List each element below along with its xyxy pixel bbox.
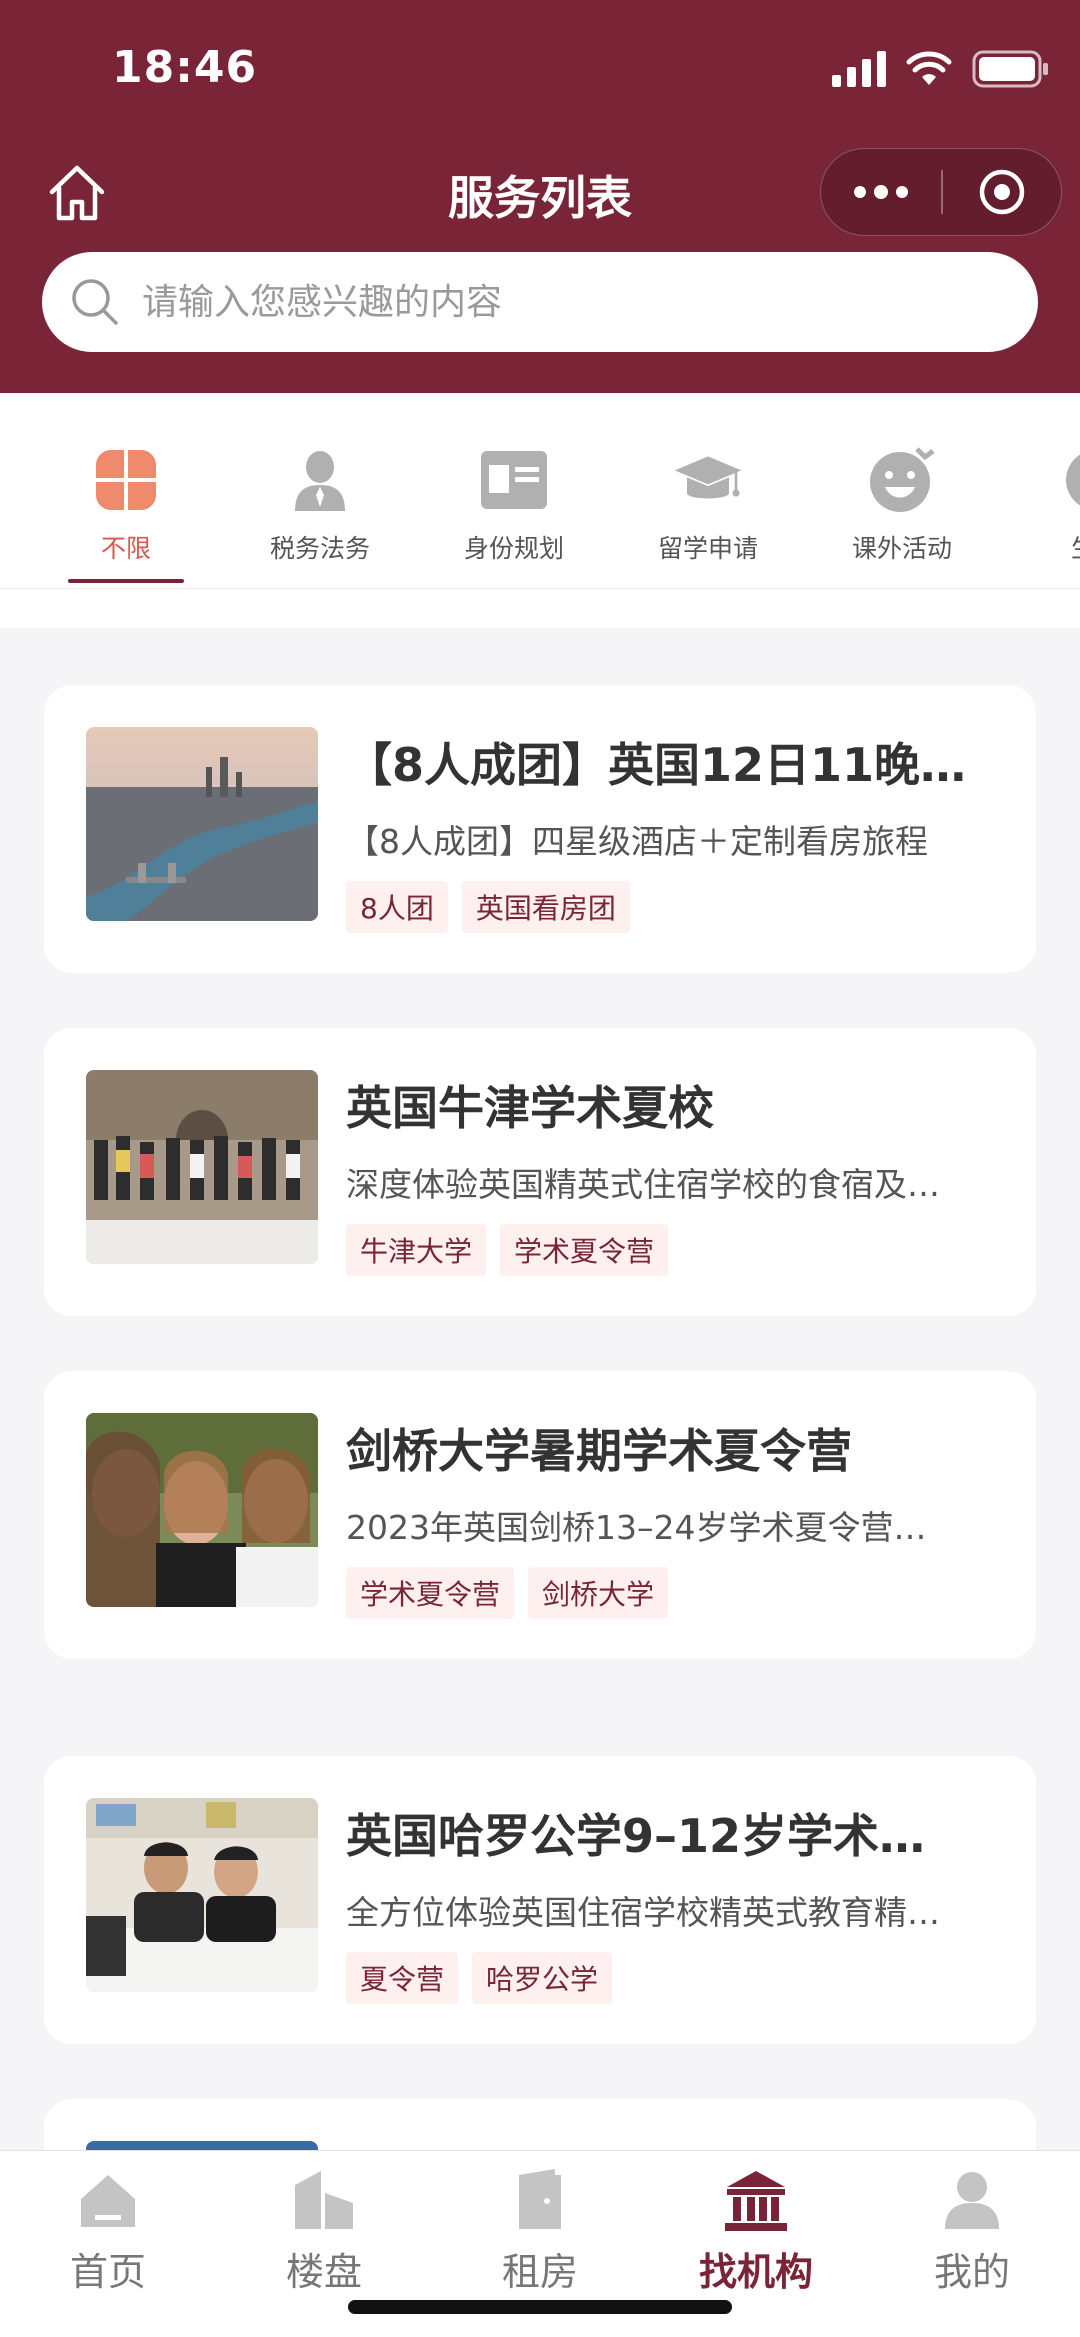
card-tag: 牛津大学 (346, 1224, 487, 1276)
tab-unlimited[interactable]: 不限 (46, 445, 206, 565)
card-tag: 哈罗公学 (472, 1952, 613, 2004)
card-image-oxford (86, 1070, 318, 1264)
tab-identity-planning[interactable]: 身份规划 (434, 445, 594, 565)
tab-find-institution[interactable]: 找机构 (676, 2165, 836, 2296)
service-card[interactable]: 剑桥大学暑期学术夏令营 2023年英国剑桥13–24岁学术夏令营… 学术夏令营 … (44, 1371, 1036, 1659)
card-tag: 学术夏令营 (346, 1567, 515, 1619)
card-tags: 夏令营 哈罗公学 (346, 1952, 613, 2004)
tab-life[interactable]: 生活 (1016, 445, 1080, 565)
tab-rental[interactable]: 租房 (460, 2165, 620, 2296)
card-tag: 学术夏令营 (500, 1224, 669, 1276)
search-bar[interactable] (42, 252, 1038, 352)
person-icon (295, 451, 345, 511)
tab-extracurricular[interactable]: 课外活动 (822, 445, 982, 565)
search-icon (72, 279, 118, 325)
tab-label: 租房 (501, 2250, 578, 2294)
partial-icon (1066, 454, 1080, 506)
mini-program-capsule (820, 148, 1062, 236)
card-title: 英国牛津学术夏校 (346, 1081, 714, 1135)
card-tag: 剑桥大学 (528, 1567, 669, 1619)
tab-label: 首页 (69, 2250, 146, 2294)
graduation-cap-icon (674, 456, 742, 499)
wifi-icon (906, 51, 952, 87)
card-image-london (86, 727, 318, 921)
card-tags: 学术夏令营 剑桥大学 (346, 1567, 669, 1619)
active-tab-indicator (68, 579, 184, 583)
category-tabs: 不限 税务法务 身份规划 留学申请 课外活动 (0, 393, 1080, 588)
card-image-cambridge (86, 1413, 318, 1607)
category-label: 课外活动 (851, 534, 952, 563)
card-title: 【8人成团】英国12日11晚… (346, 738, 967, 792)
service-card[interactable]: 【8人成团】英国12日11晚… 【8人成团】四星级酒店＋定制看房旅程 8人团 英… (44, 685, 1036, 973)
search-input[interactable] (142, 281, 1038, 323)
card-tags: 牛津大学 学术夏令营 (346, 1224, 669, 1276)
tab-study-abroad[interactable]: 留学申请 (628, 445, 788, 565)
card-description: 【8人成团】四星级酒店＋定制看房旅程 (346, 822, 928, 861)
institution-icon (725, 2171, 787, 2231)
tab-label: 我的 (933, 2250, 1010, 2294)
card-title: 剑桥大学暑期学术夏令营 (346, 1424, 852, 1478)
service-card[interactable]: 英国哈罗公学9–12岁学术… 全方位体验英国住宿学校精英式教育精… 夏令营 哈罗… (44, 1756, 1036, 2044)
more-button[interactable] (821, 148, 941, 236)
category-label: 身份规划 (463, 534, 564, 563)
card-description: 2023年英国剑桥13–24岁学术夏令营… (346, 1508, 927, 1547)
card-tag: 夏令营 (346, 1952, 459, 2004)
close-button[interactable] (943, 167, 1061, 217)
filter-band (0, 588, 1080, 628)
tab-label: 找机构 (698, 2250, 813, 2294)
id-card-icon (481, 451, 547, 509)
smiley-icon (870, 447, 935, 512)
status-icons (832, 50, 1050, 88)
tab-mine[interactable]: 我的 (892, 2165, 1052, 2296)
home-icon (81, 2175, 135, 2227)
card-image-harrow (86, 1798, 318, 1992)
card-tag: 8人团 (346, 881, 448, 933)
door-icon (519, 2169, 561, 2229)
tab-home[interactable]: 首页 (28, 2165, 188, 2296)
signal-icon (832, 51, 886, 87)
card-tag: 英国看房团 (461, 881, 630, 933)
status-time: 18:46 (112, 42, 258, 93)
category-label: 留学申请 (657, 534, 758, 563)
service-card[interactable]: 英国牛津学术夏校 深度体验英国精英式住宿学校的食宿及… 牛津大学 学术夏令营 (44, 1028, 1036, 1316)
tab-properties[interactable]: 楼盘 (244, 2165, 404, 2296)
category-label: 生活 (1016, 529, 1080, 565)
grid-flower-icon (94, 448, 158, 512)
battery-icon (972, 50, 1050, 88)
profile-icon (945, 2172, 999, 2229)
card-description: 全方位体验英国住宿学校精英式教育精… (346, 1893, 940, 1932)
card-tags: 8人团 英国看房团 (346, 881, 630, 933)
card-title: 英国哈罗公学9–12岁学术… (346, 1809, 926, 1863)
home-indicator (348, 2300, 732, 2314)
card-description: 深度体验英国精英式住宿学校的食宿及… (346, 1165, 940, 1204)
category-label: 不限 (100, 534, 151, 563)
header: 18:46 服务列表 (0, 0, 1080, 393)
target-icon (979, 169, 1025, 215)
buildings-icon (295, 2171, 353, 2229)
tab-label: 楼盘 (285, 2250, 362, 2294)
category-label: 税务法务 (269, 534, 370, 563)
tab-tax-legal[interactable]: 税务法务 (240, 445, 400, 565)
